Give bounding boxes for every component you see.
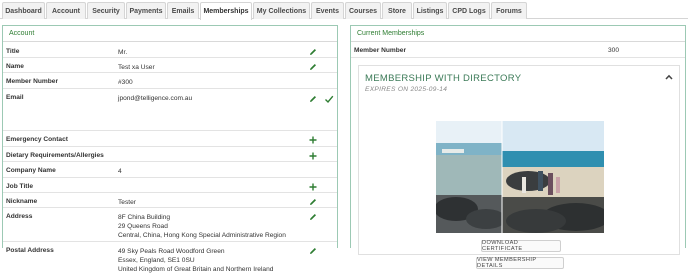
tab-forums[interactable]: Forums: [491, 2, 527, 19]
check-icon: [325, 95, 334, 104]
row-label: Dietary Requirements/Allergies: [6, 152, 104, 159]
memberships-panel: Current Memberships Member Number 300 ME…: [350, 25, 686, 269]
plus-icon[interactable]: [308, 135, 318, 145]
tab-events[interactable]: Events: [311, 2, 344, 19]
tab-store[interactable]: Store: [382, 2, 412, 19]
account-panel-header: Account: [3, 26, 337, 42]
tab-memberships[interactable]: Memberships: [200, 2, 252, 20]
row-value: Tester: [118, 199, 136, 206]
tab-courses[interactable]: Courses: [345, 2, 381, 19]
account-row-name: Name Test xa User: [3, 58, 337, 73]
row-value: 49 Sky Peals Road Woodford Green Essex, …: [118, 248, 274, 273]
row-value: Test xa User: [118, 64, 155, 71]
pencil-icon[interactable]: [308, 47, 318, 57]
membership-title: MEMBERSHIP WITH DIRECTORY: [365, 73, 522, 84]
account-row-address: Address 8F China Building 29 Queens Road…: [3, 208, 337, 242]
pencil-icon[interactable]: [308, 212, 318, 222]
row-label: Member Number: [6, 78, 59, 85]
account-row-postal-address: Postal Address 49 Sky Peals Road Woodfor…: [3, 242, 337, 276]
member-number-row: Member Number 300: [351, 43, 685, 58]
row-label: Email: [6, 94, 24, 101]
tab-payments[interactable]: Payments: [126, 2, 166, 19]
row-value: Mr.: [118, 49, 128, 56]
plus-icon[interactable]: [308, 151, 318, 161]
account-row-company-name: Company Name 4: [3, 162, 337, 178]
tab-bar: Dashboard Account Security Payments Emai…: [0, 0, 688, 20]
download-certificate-button[interactable]: DOWNLOAD CERTIFICATE: [481, 240, 561, 252]
account-row-email: Email jpond@telligence.com.au: [3, 89, 337, 131]
row-label: Job Title: [6, 183, 33, 190]
account-row-title: Title Mr.: [3, 43, 337, 58]
tab-listings[interactable]: Listings: [413, 2, 447, 19]
chevron-up-icon[interactable]: [665, 74, 673, 80]
account-row-member-number: Member Number #300: [3, 73, 337, 89]
tab-cpd-logs[interactable]: CPD Logs: [448, 2, 490, 19]
tab-emails[interactable]: Emails: [167, 2, 199, 19]
row-label: Name: [6, 63, 24, 70]
plus-icon[interactable]: [308, 182, 318, 192]
membership-card: MEMBERSHIP WITH DIRECTORY EXPIRES ON 202…: [358, 65, 680, 269]
account-row-dietary: Dietary Requirements/Allergies: [3, 147, 337, 162]
account-row-emergency-contact: Emergency Contact: [3, 131, 337, 147]
member-number-label: Member Number: [354, 47, 407, 54]
tab-account[interactable]: Account: [46, 2, 86, 19]
view-membership-details-button[interactable]: VIEW MEMBERSHIP DETAILS: [476, 257, 564, 269]
account-row-nickname: Nickname Tester: [3, 193, 337, 208]
row-value: #300: [118, 79, 133, 86]
memberships-panel-header: Current Memberships: [351, 26, 685, 42]
pencil-icon[interactable]: [308, 197, 318, 207]
member-number-value: 300: [608, 47, 620, 54]
row-label: Company Name: [6, 167, 56, 174]
pencil-icon[interactable]: [308, 62, 318, 72]
row-value: 4: [118, 168, 122, 175]
account-row-job-title: Job Title: [3, 178, 337, 193]
row-value: 8F China Building 29 Queens Road Central…: [118, 214, 286, 239]
row-value: jpond@telligence.com.au: [118, 95, 193, 102]
membership-photo: [436, 121, 604, 233]
tab-security[interactable]: Security: [87, 2, 125, 19]
row-label: Emergency Contact: [6, 136, 68, 143]
row-label: Title: [6, 48, 20, 55]
row-label: Nickname: [6, 198, 38, 205]
tab-my-collections[interactable]: My Collections: [253, 2, 310, 19]
tab-dashboard[interactable]: Dashboard: [2, 2, 45, 19]
row-label: Postal Address: [6, 247, 54, 254]
pencil-icon[interactable]: [308, 94, 318, 104]
row-label: Address: [6, 213, 33, 220]
account-panel: Account Title Mr. Name Test xa User Memb…: [2, 25, 338, 273]
membership-expiry: EXPIRES ON 2025-09-14: [365, 86, 448, 93]
